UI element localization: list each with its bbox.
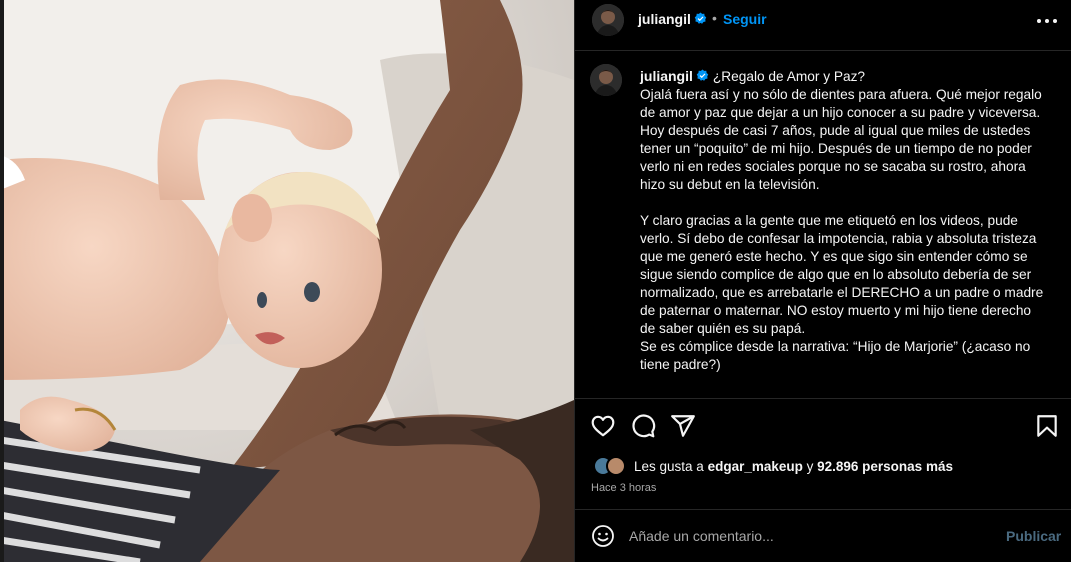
avatar-image: [592, 4, 624, 36]
emoji-icon[interactable]: [591, 524, 615, 548]
separator-dot: •: [712, 10, 717, 26]
caption-avatar[interactable]: [590, 64, 622, 96]
avatar[interactable]: [592, 4, 624, 36]
avatar-image: [590, 64, 622, 96]
likes-summary[interactable]: Les gusta a edgar_makeup y 92.896 person…: [593, 455, 953, 477]
post-timestamp[interactable]: Hace 3 horas: [591, 482, 656, 494]
post-caption: juliangil ¿Regalo de Amor y Paz? Ojalá fu…: [640, 67, 1050, 374]
publish-button[interactable]: Publicar: [1006, 528, 1061, 544]
post-photo[interactable]: [0, 0, 574, 562]
comment-bar: Publicar: [575, 509, 1071, 562]
verified-badge-icon: [694, 12, 707, 24]
caption-username[interactable]: juliangil: [640, 68, 709, 84]
likes-count[interactable]: 92.896 personas más: [817, 459, 953, 474]
save-button[interactable]: [1034, 413, 1060, 439]
comment-input[interactable]: [629, 524, 989, 548]
comment-button[interactable]: [630, 413, 656, 439]
share-button[interactable]: [670, 413, 696, 439]
liker-avatars: [593, 456, 627, 476]
post-header: juliangil • Seguir: [575, 0, 1071, 51]
comment-icon: [632, 414, 656, 438]
liker-avatar: [606, 456, 626, 476]
comments-section[interactable]: juliangil ¿Regalo de Amor y Paz? Ojalá fu…: [575, 52, 1071, 398]
post-side-panel: juliangil • Seguir juliangil ¿Regalo de A…: [574, 0, 1071, 562]
send-icon: [671, 415, 695, 437]
liker-username[interactable]: edgar_makeup: [708, 459, 803, 474]
more-horizontal-icon[interactable]: [1035, 11, 1059, 31]
post-image: [0, 0, 574, 562]
like-button[interactable]: [590, 413, 616, 439]
heart-icon: [591, 415, 615, 437]
bookmark-icon: [1037, 415, 1057, 437]
action-bar: [575, 398, 1071, 452]
follow-button[interactable]: Seguir: [723, 11, 767, 27]
verified-badge-icon: [696, 69, 709, 81]
post-username[interactable]: juliangil: [638, 11, 707, 27]
likes-text: Les gusta a edgar_makeup y 92.896 person…: [634, 458, 953, 474]
photo-edge: [0, 0, 4, 562]
caption-text: ¿Regalo de Amor y Paz? Ojalá fuera así y…: [640, 69, 1044, 372]
